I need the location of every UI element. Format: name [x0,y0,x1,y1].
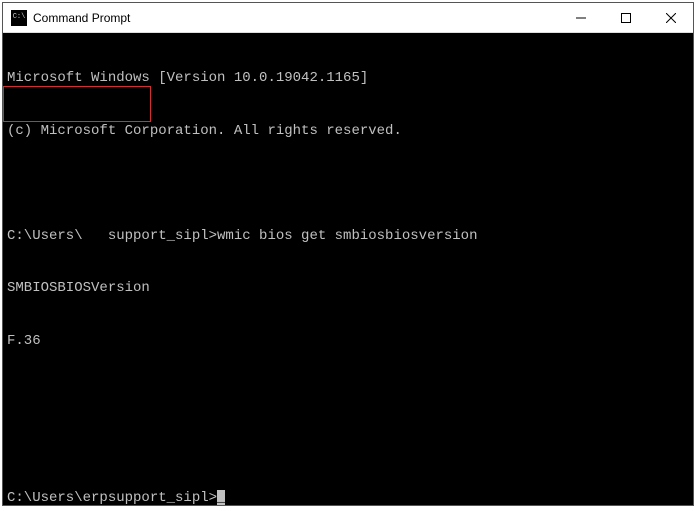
highlight-annotation [3,86,151,122]
terminal-line: F.36 [7,333,689,351]
maximize-button[interactable] [603,3,648,32]
minimize-button[interactable] [558,3,603,32]
terminal-cursor: _ [217,490,225,505]
maximize-icon [621,13,631,23]
close-icon [666,13,676,23]
terminal-output[interactable]: Microsoft Windows [Version 10.0.19042.11… [3,33,693,505]
titlebar[interactable]: C:\ Command Prompt [3,3,693,33]
cmd-icon: C:\ [11,10,27,26]
terminal-prompt-line: C:\Users\erpsupport_sipl>_ [7,490,689,505]
terminal-line: Microsoft Windows [Version 10.0.19042.11… [7,70,689,88]
command-prompt-window: C:\ Command Prompt Microsoft Windows [Ve… [2,2,694,506]
terminal-line [7,175,689,193]
terminal-line: C:\Users\ support_sipl>wmic bios get smb… [7,228,689,246]
terminal-line: (c) Microsoft Corporation. All rights re… [7,123,689,141]
terminal-line: SMBIOSBIOSVersion [7,280,689,298]
window-controls [558,3,693,32]
cmd-icon-label: C:\ [13,14,26,21]
terminal-prompt: C:\Users\erpsupport_sipl> [7,490,217,505]
close-button[interactable] [648,3,693,32]
terminal-line [7,385,689,403]
terminal-line [7,438,689,456]
window-title: Command Prompt [33,11,558,25]
minimize-icon [576,13,586,23]
